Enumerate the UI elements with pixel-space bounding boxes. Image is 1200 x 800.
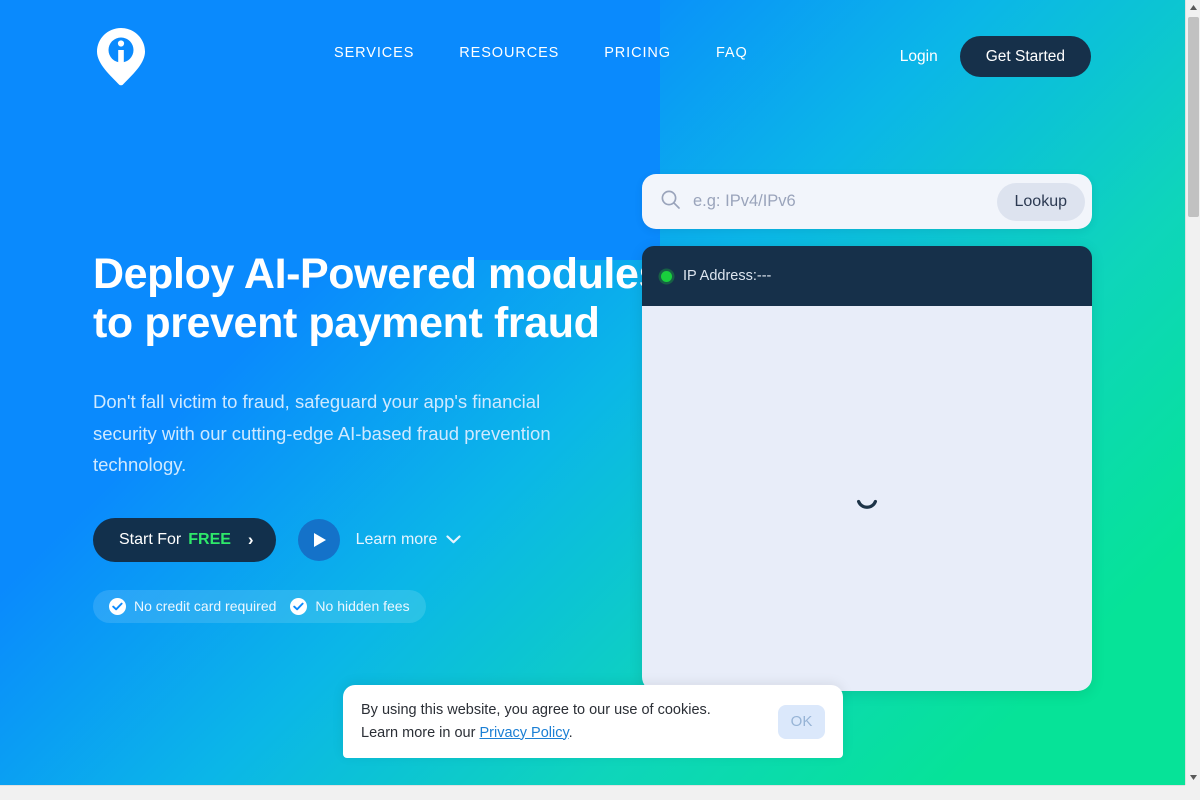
scroll-down-arrow-icon[interactable] bbox=[1186, 770, 1200, 785]
badge-label: No credit card required bbox=[134, 598, 277, 614]
status-dot-green-icon bbox=[661, 270, 672, 282]
cookie-consent-banner: By using this website, you agree to our … bbox=[343, 685, 843, 758]
login-link[interactable]: Login bbox=[900, 48, 938, 66]
lookup-result-panel: IP Address:--- bbox=[642, 246, 1092, 691]
cookie-line2-suffix: . bbox=[568, 724, 573, 741]
brand-logo-icon[interactable] bbox=[96, 26, 146, 86]
start-button-highlight: FREE bbox=[188, 530, 231, 548]
lookup-button[interactable]: Lookup bbox=[996, 182, 1085, 221]
cookie-text: By using this website, you agree to our … bbox=[361, 699, 778, 744]
check-circle-icon bbox=[109, 597, 126, 615]
scroll-up-arrow-icon[interactable] bbox=[1186, 0, 1200, 15]
get-started-button[interactable]: Get Started bbox=[959, 36, 1091, 77]
lookup-result-body bbox=[642, 306, 1092, 691]
privacy-policy-link[interactable]: Privacy Policy bbox=[479, 725, 568, 741]
page-title: Deploy AI-Powered modules to prevent pay… bbox=[93, 250, 673, 348]
hero-cta-row: Start For FREE › Learn more bbox=[93, 517, 673, 562]
check-circle-icon bbox=[290, 597, 308, 615]
vertical-scrollbar[interactable] bbox=[1185, 0, 1200, 785]
main-nav: SERVICES RESOURCES PRICING FAQ bbox=[334, 45, 748, 61]
ip-lookup-widget: Lookup IP Address:--- bbox=[642, 174, 1092, 691]
vertical-scrollbar-thumb[interactable] bbox=[1188, 17, 1199, 217]
search-bar: Lookup bbox=[642, 174, 1092, 229]
start-for-free-button[interactable]: Start For FREE › bbox=[93, 517, 276, 562]
ip-address-bar: IP Address:--- bbox=[642, 246, 1092, 306]
horizontal-scrollbar[interactable] bbox=[0, 785, 1200, 800]
search-icon bbox=[660, 189, 681, 215]
chevron-down-icon bbox=[446, 531, 462, 549]
nav-item-pricing[interactable]: PRICING bbox=[604, 45, 671, 61]
play-icon bbox=[314, 532, 327, 547]
badge-no-credit-card: No credit card required bbox=[109, 597, 277, 615]
nav-item-faq[interactable]: FAQ bbox=[716, 45, 748, 61]
hero-title-line1: Deploy AI-Powered modules bbox=[93, 250, 663, 298]
start-button-prefix: Start For bbox=[119, 530, 182, 548]
hero-title-line2: to prevent payment fraud bbox=[93, 299, 600, 347]
ip-search-input[interactable] bbox=[693, 192, 997, 211]
trust-badges: No credit card required No hidden fees bbox=[93, 589, 426, 623]
page-canvas: SERVICES RESOURCES PRICING FAQ Login Get… bbox=[0, 0, 1185, 785]
header-actions: Login Get Started bbox=[900, 36, 1091, 77]
hero-section: Deploy AI-Powered modules to prevent pay… bbox=[93, 250, 673, 623]
learn-more-label: Learn more bbox=[355, 530, 438, 548]
nav-item-resources[interactable]: RESOURCES bbox=[459, 45, 559, 61]
hero-subtitle: Don't fall victim to fraud, safeguard yo… bbox=[93, 391, 551, 475]
spinner-icon bbox=[854, 486, 880, 512]
nav-item-services[interactable]: SERVICES bbox=[334, 45, 414, 61]
badge-label: No hidden fees bbox=[315, 598, 410, 614]
ip-address-label: IP Address:--- bbox=[683, 268, 772, 284]
learn-more-toggle[interactable]: Learn more bbox=[356, 531, 462, 549]
site-header: SERVICES RESOURCES PRICING FAQ Login Get… bbox=[0, 0, 1185, 112]
badge-no-hidden-fees: No hidden fees bbox=[290, 597, 410, 615]
browser-viewport: SERVICES RESOURCES PRICING FAQ Login Get… bbox=[0, 0, 1200, 800]
cookie-line2-prefix: Learn more in our bbox=[361, 724, 480, 741]
chevron-right-icon: › bbox=[247, 529, 254, 549]
cookie-line1: By using this website, you agree to our … bbox=[361, 702, 711, 718]
scrollbar-corner bbox=[1185, 785, 1200, 800]
cookie-ok-button[interactable]: OK bbox=[778, 704, 825, 739]
play-video-button[interactable] bbox=[297, 518, 340, 561]
